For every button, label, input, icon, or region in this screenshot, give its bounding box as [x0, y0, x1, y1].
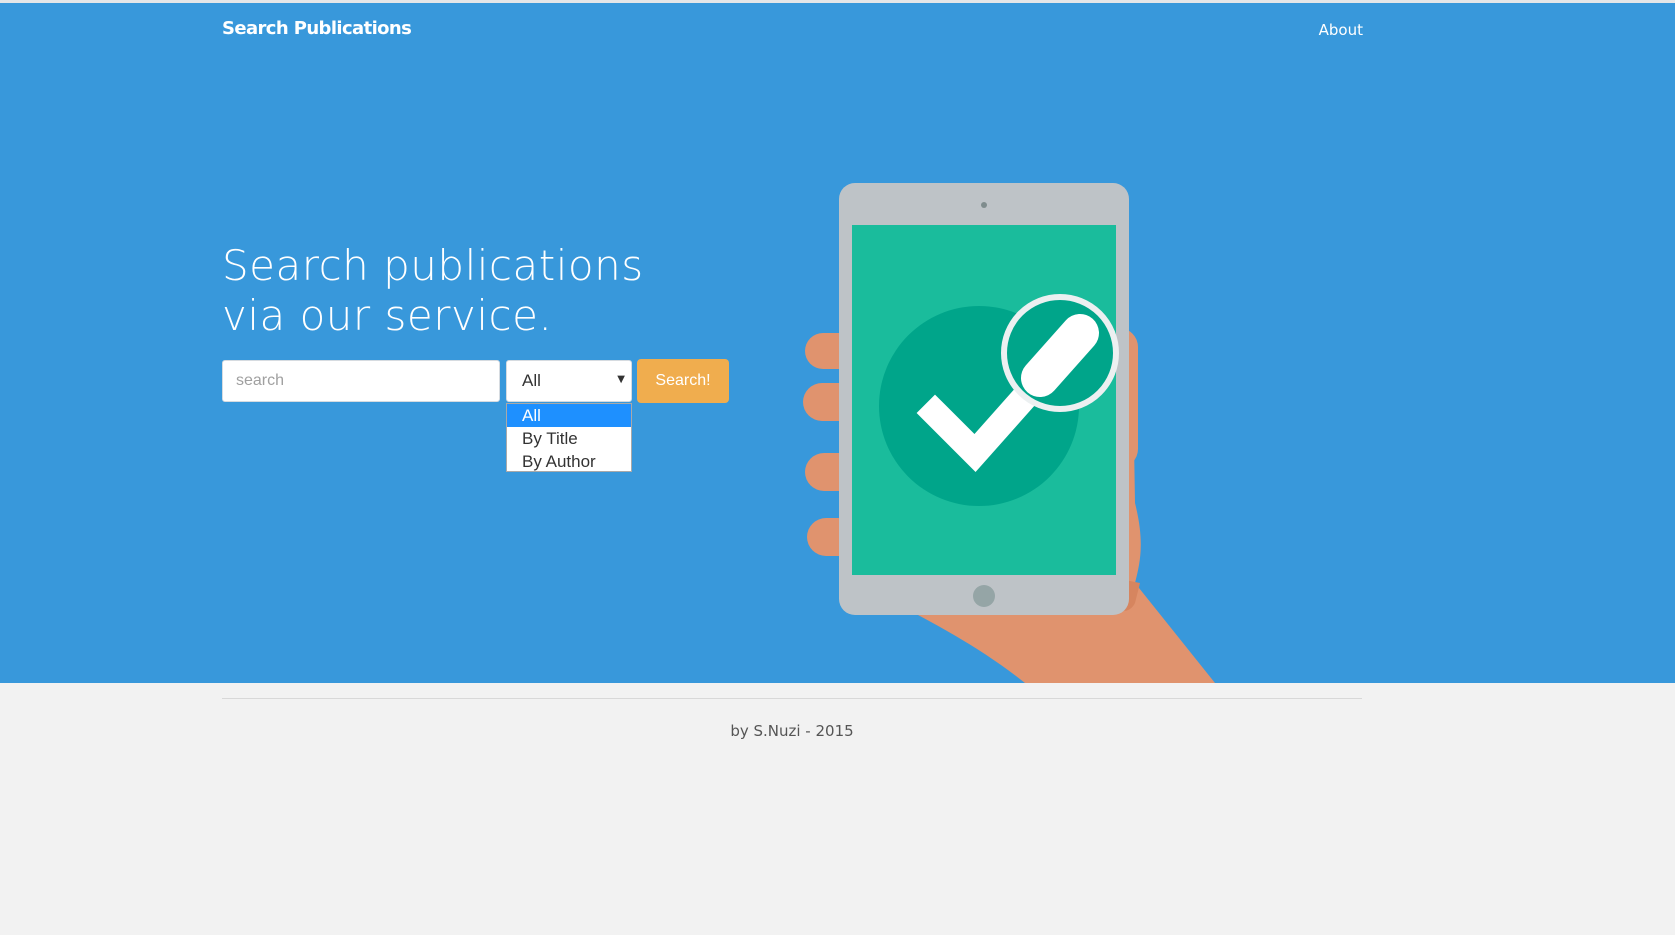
option-by-author[interactable]: By Author	[507, 450, 631, 473]
nav-about-link[interactable]: About	[1319, 21, 1363, 39]
magnifier-icon	[1001, 294, 1119, 412]
select-current-value: All	[522, 371, 541, 390]
brand-link[interactable]: Search Publications	[222, 18, 412, 39]
search-type-select[interactable]: All ▼	[506, 360, 632, 402]
tablet-hand-illustration	[803, 183, 1215, 683]
footer-divider	[222, 698, 1362, 699]
headline-line-2: via our service.	[222, 291, 553, 340]
footer-credit: by S.Nuzi - 2015	[730, 722, 854, 740]
search-button[interactable]: Search!	[637, 359, 729, 403]
option-all[interactable]: All	[507, 404, 631, 427]
chevron-down-icon: ▼	[617, 374, 625, 385]
search-input[interactable]	[222, 360, 500, 402]
hero-section: Search Publications About Search publica…	[0, 3, 1675, 683]
search-type-dropdown: All By Title By Author	[506, 403, 632, 472]
option-by-title[interactable]: By Title	[507, 427, 631, 450]
headline-line-1: Search publications	[222, 241, 644, 290]
hero-headline: Search publications via our service.	[222, 241, 644, 341]
